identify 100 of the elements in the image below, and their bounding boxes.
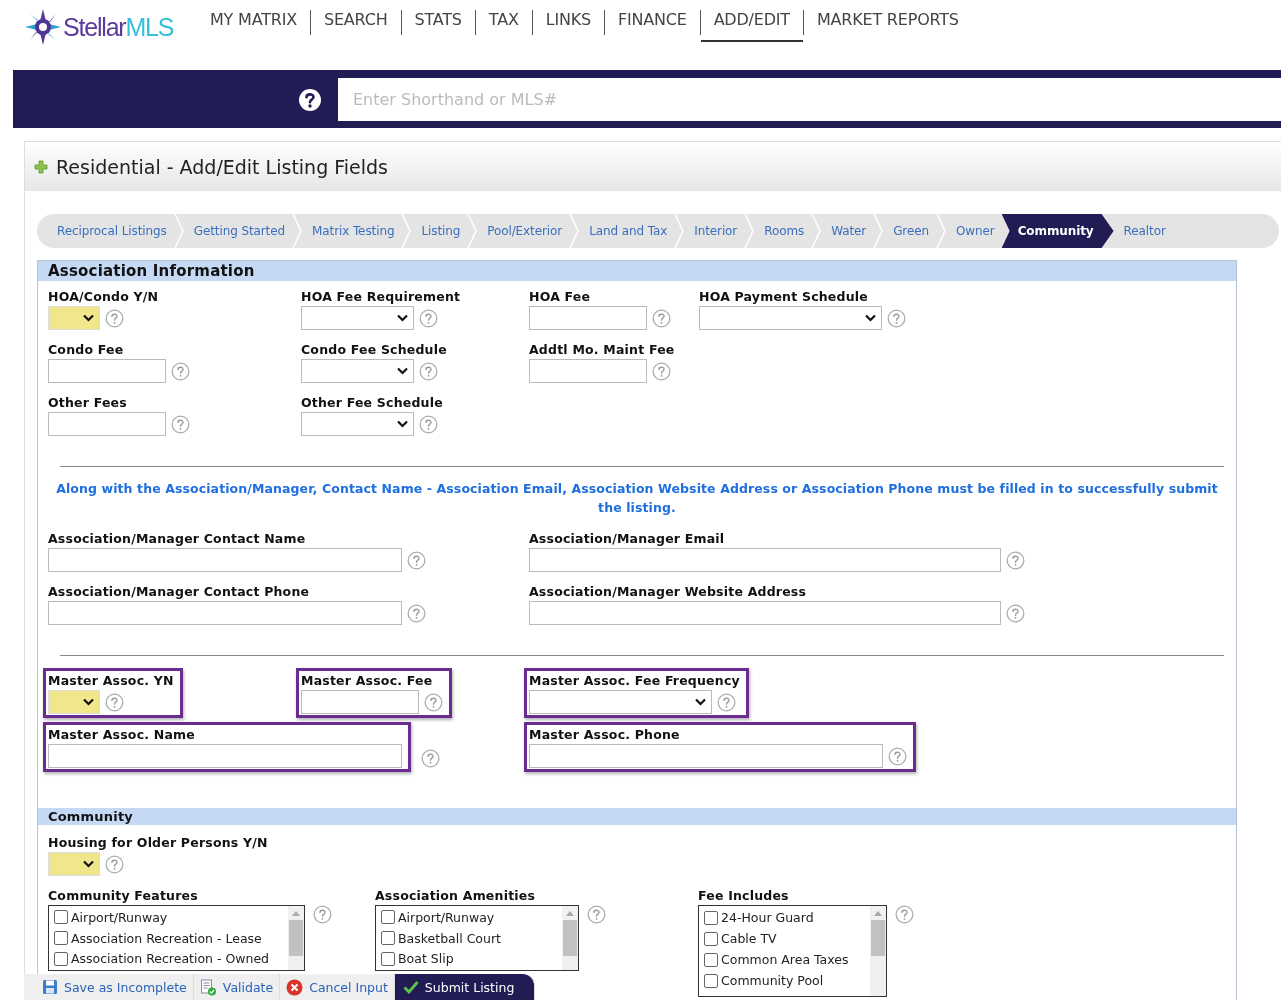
nav-link[interactable]: STATS bbox=[401, 10, 475, 42]
checkbox[interactable] bbox=[704, 931, 718, 946]
checkbox[interactable] bbox=[704, 952, 718, 967]
dropdown[interactable] bbox=[301, 306, 414, 330]
field-label: Other Fee Schedule bbox=[301, 395, 443, 410]
dropdown[interactable] bbox=[699, 306, 882, 330]
field-label: Master Assoc. Fee Frequency bbox=[529, 673, 740, 688]
nav-link[interactable]: FINANCE bbox=[604, 10, 700, 42]
chevron-down-icon bbox=[83, 314, 94, 322]
caret-up-icon[interactable] bbox=[292, 910, 300, 916]
step-tab[interactable]: Land and Tax bbox=[579, 214, 675, 248]
step-tab[interactable]: Rooms bbox=[754, 214, 812, 248]
option-label[interactable]: Basketball Court bbox=[398, 930, 501, 946]
field-label: HOA/Condo Y/N bbox=[48, 289, 159, 304]
field-label: Addtl Mo. Maint Fee bbox=[529, 342, 675, 357]
dropdown[interactable] bbox=[48, 852, 100, 876]
checkbox[interactable] bbox=[381, 910, 395, 925]
text-field[interactable] bbox=[301, 690, 419, 714]
option-label[interactable]: Cable TV bbox=[721, 931, 777, 946]
chevron-divider-icon bbox=[935, 214, 946, 248]
chevron-divider-icon bbox=[873, 214, 884, 248]
dropdown[interactable] bbox=[529, 690, 712, 714]
chevron-down-icon bbox=[695, 698, 706, 706]
checkbox[interactable] bbox=[54, 951, 68, 966]
chevron-down-icon bbox=[397, 314, 408, 322]
text-field[interactable] bbox=[48, 412, 166, 436]
text-field[interactable] bbox=[48, 548, 402, 572]
chevron-divider-icon bbox=[467, 214, 478, 248]
chevron-down-icon bbox=[397, 367, 408, 375]
field-label: HOA Fee bbox=[529, 289, 592, 304]
step-tab[interactable]: Reciprocal Listings bbox=[47, 214, 174, 248]
text-field[interactable] bbox=[48, 744, 402, 768]
field-label: Condo Fee bbox=[48, 342, 125, 357]
step-tab[interactable]: Green bbox=[883, 214, 936, 248]
option-label[interactable]: Airport/Runway bbox=[71, 909, 168, 925]
dropdown[interactable] bbox=[48, 690, 100, 714]
option-label[interactable]: Common Area Taxes bbox=[721, 952, 849, 967]
step-tab[interactable]: Getting Started bbox=[183, 214, 292, 248]
checkbox[interactable] bbox=[704, 910, 718, 925]
nav-link[interactable]: SEARCH bbox=[310, 10, 401, 42]
chevron-divider-icon bbox=[674, 214, 685, 248]
checkbox[interactable] bbox=[704, 973, 718, 988]
step-tab[interactable]: Interior bbox=[684, 214, 745, 248]
chevron-divider-icon bbox=[173, 214, 184, 248]
step-tab[interactable]: Community bbox=[1001, 214, 1114, 248]
checkbox[interactable] bbox=[381, 951, 395, 966]
scrollbar[interactable] bbox=[870, 906, 886, 996]
validate-button[interactable]: Validate bbox=[193, 974, 281, 1000]
step-tab[interactable]: Owner bbox=[945, 214, 1002, 248]
dropdown[interactable] bbox=[48, 306, 100, 330]
help-icon[interactable] bbox=[298, 87, 322, 112]
nav-link[interactable]: LINKS bbox=[532, 10, 604, 42]
text-field[interactable] bbox=[529, 744, 883, 768]
checkbox[interactable] bbox=[54, 931, 68, 945]
text-field[interactable] bbox=[48, 601, 402, 625]
text-field[interactable] bbox=[48, 359, 166, 383]
text-field[interactable] bbox=[529, 601, 1001, 625]
option-label[interactable]: Boat Slip bbox=[398, 951, 454, 967]
option-label[interactable]: Community Pool bbox=[721, 973, 824, 988]
chevron-down-icon bbox=[865, 314, 876, 322]
dropdown[interactable] bbox=[301, 359, 414, 383]
submit-button[interactable]: Submit Listing bbox=[394, 974, 536, 1000]
field-label: Association/Manager Email bbox=[529, 531, 726, 546]
cancel-icon bbox=[286, 978, 304, 996]
checkmark-icon bbox=[402, 980, 419, 994]
step-tab[interactable]: Matrix Testing bbox=[302, 214, 402, 248]
checkbox[interactable] bbox=[54, 910, 68, 925]
search-field[interactable]: Enter Shorthand or MLS# bbox=[338, 78, 1281, 121]
text-field[interactable] bbox=[529, 359, 647, 383]
nav-link[interactable]: MY MATRIX bbox=[197, 10, 310, 42]
chevron-divider-icon bbox=[401, 214, 412, 248]
plus-icon bbox=[34, 159, 48, 174]
scrollbar[interactable] bbox=[288, 906, 304, 970]
text-field[interactable] bbox=[529, 548, 1001, 572]
cancel-button[interactable]: Cancel Input bbox=[280, 974, 395, 1000]
field-label: Association/Manager Website Address bbox=[529, 584, 808, 599]
caret-up-icon[interactable] bbox=[566, 910, 574, 916]
nav-link[interactable]: TAX bbox=[475, 10, 532, 42]
option-label[interactable]: 24-Hour Guard bbox=[721, 910, 814, 925]
step-tab[interactable]: Listing bbox=[411, 214, 468, 248]
field-label: Condo Fee Schedule bbox=[301, 342, 447, 357]
text-field[interactable] bbox=[529, 306, 647, 330]
chevron-divider-icon bbox=[811, 214, 822, 248]
option-label[interactable]: Association Recreation - Lease bbox=[71, 930, 262, 946]
chevron-down-icon bbox=[83, 698, 94, 706]
dropdown[interactable] bbox=[301, 412, 414, 436]
option-label[interactable]: Association Recreation - Owned bbox=[71, 951, 270, 967]
step-tab[interactable]: Pool/Exterior bbox=[477, 214, 570, 248]
logo-wordmark[interactable]: StellarMLS bbox=[63, 12, 174, 42]
scrollbar[interactable] bbox=[562, 906, 578, 970]
field-label: HOA Fee Requirement bbox=[301, 289, 461, 304]
field-label: HOA Payment Schedule bbox=[699, 289, 869, 304]
save-button[interactable]: Save as Incomplete bbox=[24, 974, 194, 1000]
option-label[interactable]: Airport/Runway bbox=[398, 909, 495, 925]
caret-up-icon[interactable] bbox=[874, 910, 882, 916]
step-tab[interactable]: Realtor bbox=[1113, 214, 1173, 248]
checkbox[interactable] bbox=[381, 931, 395, 945]
nav-link[interactable]: MARKET REPORTS bbox=[803, 10, 972, 42]
star-logo-icon bbox=[25, 9, 61, 45]
step-tab[interactable]: Water bbox=[821, 214, 874, 248]
